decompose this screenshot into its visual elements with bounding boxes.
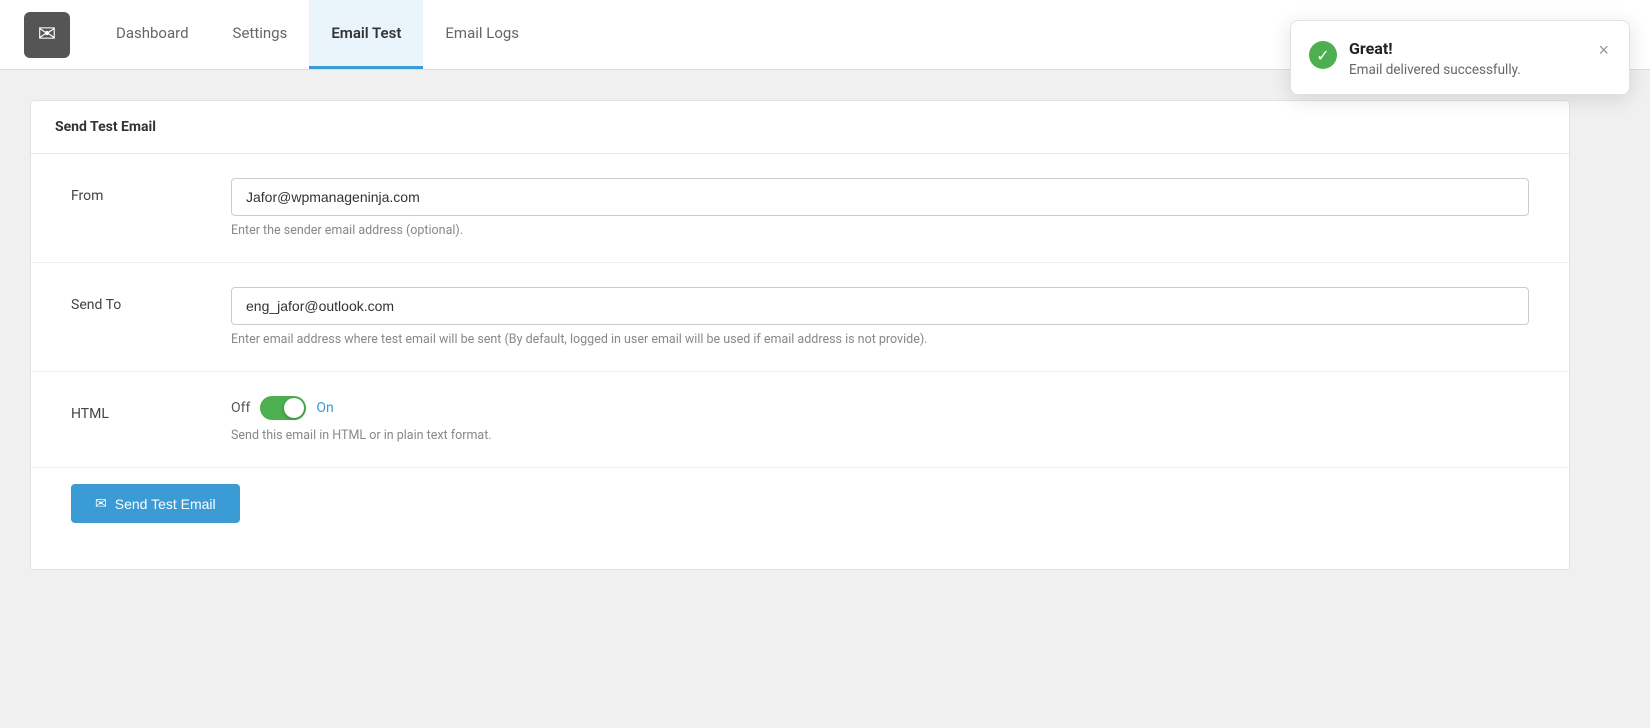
toast-title: Great! bbox=[1349, 39, 1586, 58]
from-input[interactable] bbox=[231, 178, 1529, 216]
toast-close-button[interactable]: × bbox=[1598, 41, 1609, 59]
html-row: HTML Off On Send this email in HTML or i… bbox=[31, 372, 1569, 468]
html-label: HTML bbox=[71, 396, 231, 422]
send-test-email-button[interactable]: ✉ Send Test Email bbox=[71, 484, 240, 523]
send-test-email-card: Send Test Email From Enter the sender em… bbox=[30, 100, 1570, 570]
nav-logo: ✉ bbox=[10, 0, 84, 69]
html-hint: Send this email in HTML or in plain text… bbox=[231, 428, 1529, 443]
tab-email-logs[interactable]: Email Logs bbox=[423, 0, 541, 69]
toast-success-icon: ✓ bbox=[1309, 41, 1337, 69]
toggle-off-label: Off bbox=[231, 400, 250, 416]
card-title: Send Test Email bbox=[55, 119, 156, 135]
logo-icon: ✉ bbox=[24, 12, 70, 58]
from-hint: Enter the sender email address (optional… bbox=[231, 223, 1529, 238]
tab-settings[interactable]: Settings bbox=[211, 0, 310, 69]
card-header: Send Test Email bbox=[31, 101, 1569, 154]
toast-content: Great! Email delivered successfully. bbox=[1349, 39, 1586, 78]
toggle-slider bbox=[260, 396, 306, 420]
toggle-row: Off On bbox=[231, 396, 1529, 420]
send-to-field: Enter email address where test email wil… bbox=[231, 287, 1529, 347]
html-toggle[interactable] bbox=[260, 396, 306, 420]
send-to-label: Send To bbox=[71, 287, 231, 313]
toast-notification: ✓ Great! Email delivered successfully. × bbox=[1290, 20, 1630, 95]
toggle-on-label: On bbox=[316, 400, 333, 416]
send-to-input[interactable] bbox=[231, 287, 1529, 325]
html-field: Off On Send this email in HTML or in pla… bbox=[231, 396, 1529, 443]
from-row: From Enter the sender email address (opt… bbox=[31, 154, 1569, 263]
nav-tabs: Dashboard Settings Email Test Email Logs bbox=[94, 0, 541, 69]
button-row: ✉ Send Test Email bbox=[31, 468, 1569, 539]
tab-email-test[interactable]: Email Test bbox=[309, 0, 423, 69]
send-to-hint: Enter email address where test email wil… bbox=[231, 332, 1529, 347]
main-content: Send Test Email From Enter the sender em… bbox=[0, 70, 1600, 600]
from-label: From bbox=[71, 178, 231, 204]
send-to-row: Send To Enter email address where test e… bbox=[31, 263, 1569, 372]
send-icon: ✉ bbox=[95, 495, 107, 512]
toast-message: Email delivered successfully. bbox=[1349, 62, 1586, 78]
from-field: Enter the sender email address (optional… bbox=[231, 178, 1529, 238]
tab-dashboard[interactable]: Dashboard bbox=[94, 0, 211, 69]
